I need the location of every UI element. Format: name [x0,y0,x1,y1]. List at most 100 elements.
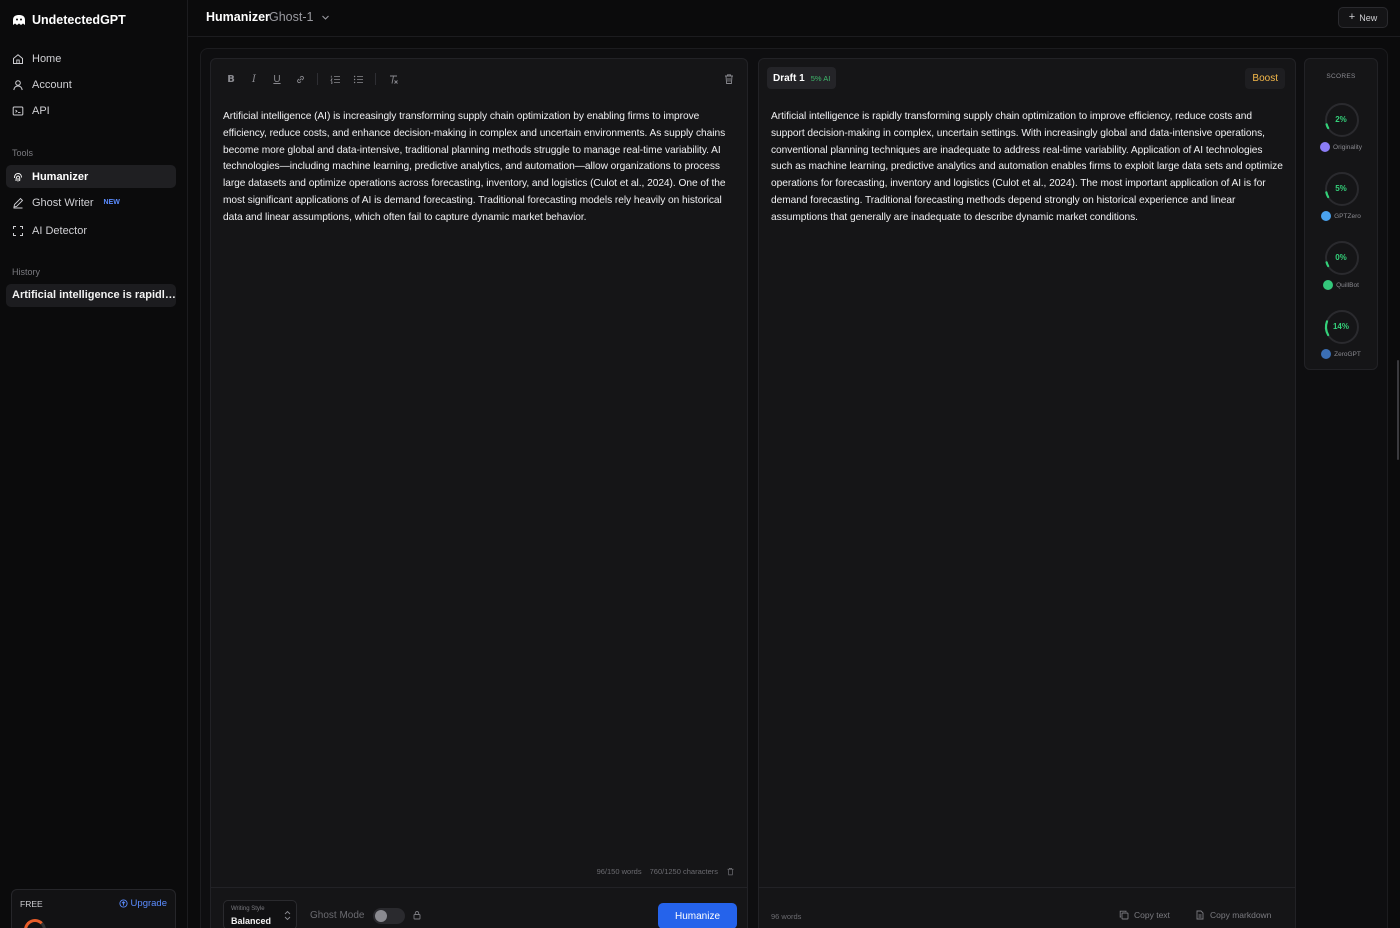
nav-ai-detector[interactable]: AI Detector [6,219,176,242]
toolbar-divider [317,73,318,85]
gptzero-logo-icon [1321,211,1332,221]
nav-account-label: Account [32,78,72,91]
model-selector[interactable]: Ghost-1 [269,10,330,24]
upgrade-link[interactable]: Upgrade [118,898,167,909]
scores-title: SCORES [1326,73,1356,80]
history-item[interactable]: Artificial intelligence is rapidly tr... [6,284,176,307]
app-root: UndetectedGPT Home Account API Tools Hum… [0,0,1400,928]
draft-name: Draft 1 [773,72,805,84]
input-text[interactable]: Artificial intelligence (AI) is increasi… [223,109,735,227]
nav-home-label: Home [32,52,62,65]
draft-ai-score: 5% AI [810,73,831,83]
output-footer: 96 words Copy text Copy markdown [759,887,1295,928]
score-originality: 2% Originality [1305,101,1377,161]
score-quillbot: 0% QuillBot [1305,239,1377,299]
score-value: 14% [1332,322,1349,331]
detector-name: ZeroGPT [1334,350,1361,358]
copy-markdown-button[interactable]: Copy markdown [1195,910,1271,920]
tools-section-label: Tools [12,148,34,158]
home-icon [13,53,23,64]
page-title: Humanizer [206,10,270,24]
detector-name: GPTZero [1334,212,1361,220]
humanize-button[interactable]: Humanize [658,903,737,928]
new-button-label: New [1359,12,1378,23]
copy-text-button[interactable]: Copy text [1119,910,1170,920]
toolbar-divider [375,73,376,85]
brand-name: UndetectedGPT [32,13,126,27]
api-icon [12,106,24,115]
nav-account[interactable]: Account [6,73,176,96]
originality-logo-icon [1320,142,1331,152]
detector-name: Originality [1333,143,1362,151]
upgrade-label: Upgrade [130,898,167,909]
writing-style-value: Balanced [231,916,272,926]
link-icon[interactable] [294,73,306,85]
detector-label: GPTZero [1305,211,1377,221]
ghost-mode-label: Ghost Mode [310,910,365,921]
plan-card: FREE Upgrade [11,889,176,928]
brand-logo[interactable]: UndetectedGPT [12,12,126,28]
input-word-count: 96/150 words [596,867,642,876]
detector-label: ZeroGPT [1305,349,1377,359]
italic-icon[interactable]: I [248,73,260,85]
score-value: 0% [1335,253,1347,262]
nav-humanizer[interactable]: Humanizer [6,165,176,188]
bullet-list-icon[interactable] [352,73,364,85]
detector-name: QuillBot [1336,281,1359,289]
toggle-knob [375,910,387,922]
ghost-logo-icon [13,15,25,25]
small-trash-icon[interactable] [726,867,735,876]
input-char-count: 760/1250 characters [649,867,718,876]
copy-markdown-label: Copy markdown [1210,910,1272,920]
scrollbar[interactable] [1397,360,1399,460]
writing-style-select[interactable]: Writing Style Balanced [223,900,297,928]
clear-format-icon[interactable] [387,73,399,85]
detector-label: QuillBot [1305,280,1377,290]
document-icon [1196,910,1204,920]
output-panel: Draft 1 5% AI Boost Artificial intellige… [758,58,1296,928]
nav-ai-detector-label: AI Detector [32,224,88,237]
new-button[interactable]: + New [1338,7,1388,28]
topbar: Humanizer Ghost-1 + New [188,0,1400,37]
ordered-list-icon[interactable] [329,73,341,85]
score-zerogpt: 14% ZeroGPT [1305,308,1377,368]
detector-label: Originality [1305,142,1377,152]
output-text[interactable]: Artificial intelligence is rapidly trans… [771,109,1283,227]
editor-footer: Writing Style Balanced Ghost Mode Humani… [211,887,747,928]
writing-style-label: Writing Style [231,906,265,912]
nav-humanizer-label: Humanizer [32,170,89,183]
copy-text-label: Copy text [1134,910,1170,920]
bold-icon[interactable]: B [225,73,237,85]
draft-tab[interactable]: Draft 1 5% AI [767,67,837,89]
nav-ghost-writer-label: Ghost Writer [32,196,94,209]
scores-panel: SCORES 2% Originality 5% GPTZero 0% Quil… [1304,58,1378,370]
output-word-count: 96 words [771,912,802,921]
zerogpt-logo-icon [1321,349,1332,359]
upgrade-icon [118,899,128,908]
ghost-mode-toggle[interactable] [373,908,405,924]
format-toolbar: B I U [211,59,747,99]
new-badge: NEW [103,199,120,206]
nav-api-label: API [32,104,50,117]
usage-ring [24,919,46,928]
nav-home[interactable]: Home [6,47,176,70]
nav-ghost-writer[interactable]: Ghost Writer NEW [6,191,176,214]
score-value: 5% [1335,184,1347,193]
copy-icon [1119,910,1129,920]
model-name: Ghost-1 [269,10,314,24]
input-counts: 96/150 words 760/1250 characters [597,867,735,876]
sidebar: UndetectedGPT Home Account API Tools Hum… [0,0,188,928]
underline-icon[interactable]: U [271,73,283,85]
trash-icon[interactable] [723,72,735,84]
boost-button[interactable]: Boost [1245,68,1285,89]
user-icon [13,79,23,90]
plus-icon: + [1348,11,1356,23]
nav-api[interactable]: API [6,99,176,122]
chevron-updown-icon [284,910,291,921]
plan-tier: FREE [20,899,43,909]
scan-icon [13,225,23,236]
history-section-label: History [12,267,41,277]
pen-icon [13,197,24,208]
score-value: 2% [1335,115,1347,124]
lock-icon [413,911,421,920]
